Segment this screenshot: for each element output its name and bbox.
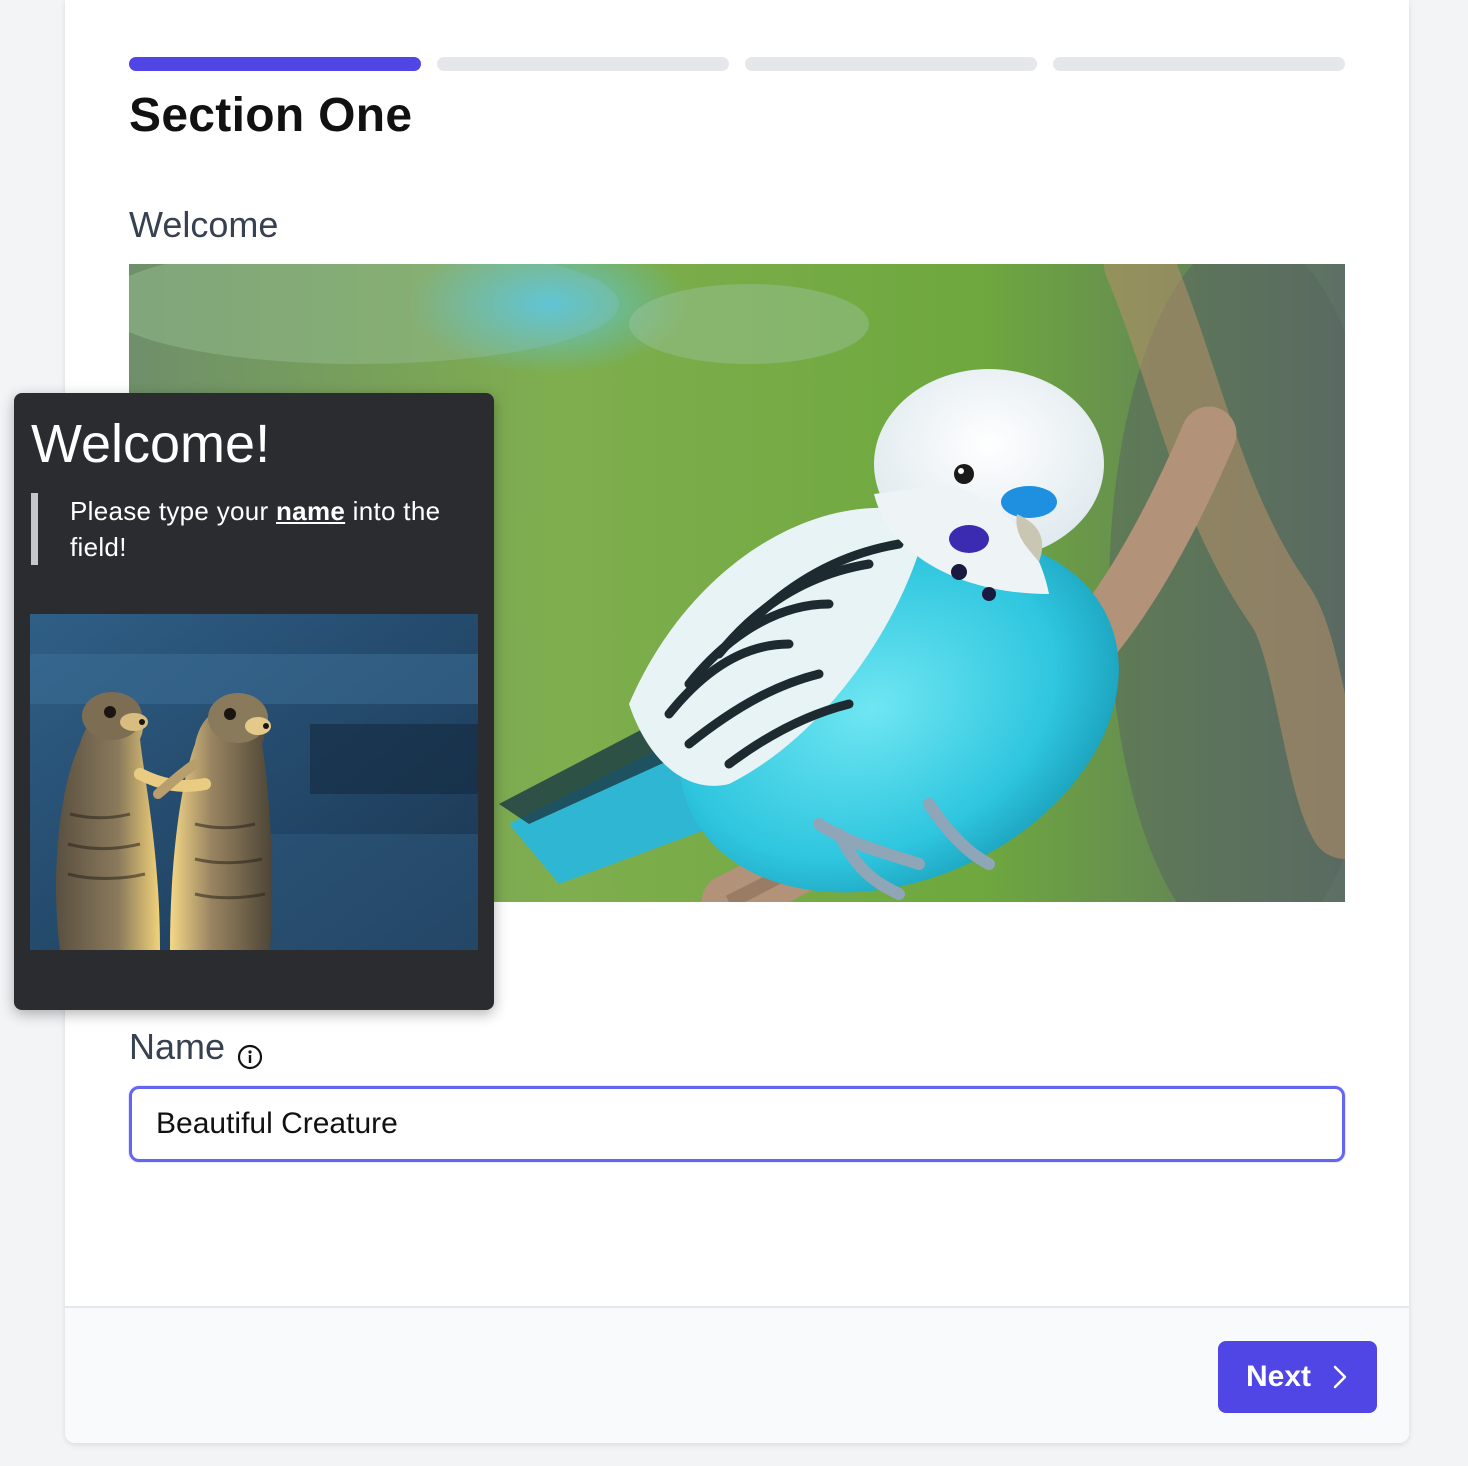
name-input[interactable] — [129, 1086, 1345, 1162]
tooltip-instruction: Please type your name into the field! — [31, 493, 471, 565]
info-circle-icon[interactable] — [237, 1037, 263, 1070]
name-label: Name — [129, 1026, 226, 1067]
welcome-field-title: Welcome — [129, 204, 279, 245]
tooltip-title: Welcome! — [31, 414, 271, 474]
welcome-tooltip: Welcome! Please type your name into the … — [14, 393, 494, 1010]
name-label-row: Name — [129, 1026, 263, 1070]
progress-step-4 — [1053, 57, 1345, 71]
section-title: Section One — [129, 89, 413, 142]
next-button-label: Next — [1245, 1360, 1312, 1393]
progress-step-1 — [129, 57, 421, 71]
progress-step-2 — [437, 57, 729, 71]
progress-step-3 — [745, 57, 1037, 71]
meerkat-image — [30, 614, 478, 950]
progress-bar — [129, 57, 1345, 71]
footer-bar: Next — [65, 1306, 1409, 1443]
chevron-right-icon — [1333, 1365, 1347, 1389]
tooltip-text-emphasis: name — [276, 496, 346, 526]
tooltip-text-before: Please type your — [70, 496, 276, 526]
next-button[interactable]: Next — [1218, 1341, 1377, 1413]
